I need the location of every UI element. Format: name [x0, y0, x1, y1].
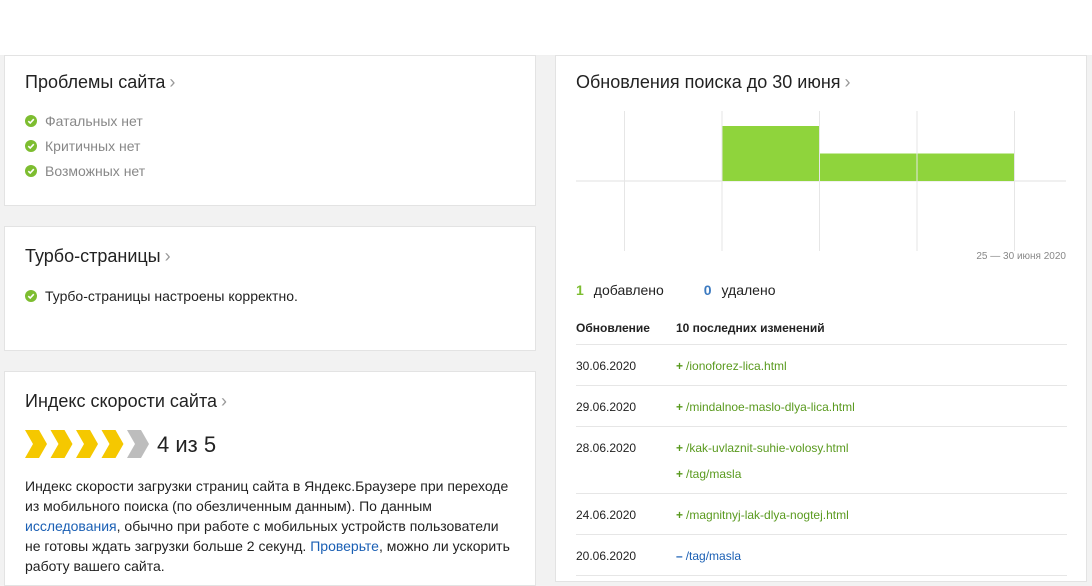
updates-table-header: Обновление 10 последних изменений: [576, 312, 1067, 345]
table-row: 20.06.2020 –/tag/masla: [576, 535, 1067, 576]
row-changes: +/mindalnoe-maslo-dlya-lica.html: [676, 400, 1067, 414]
speed-chevron: [76, 430, 98, 458]
problem-possible: Возможных нет: [25, 163, 145, 179]
check-icon: [25, 290, 37, 302]
chevron-right-icon: ›: [844, 72, 851, 92]
row-date: 24.06.2020: [576, 508, 637, 522]
added-url-link[interactable]: +/magnitnyj-lak-dlya-nogtej.html: [676, 508, 1067, 522]
change-url: /kak-uvlaznit-suhie-volosy.html: [686, 441, 849, 455]
change-url: /mindalnoe-maslo-dlya-lica.html: [686, 400, 855, 414]
research-link[interactable]: исследования: [25, 518, 117, 534]
row-date: 20.06.2020: [576, 549, 637, 563]
row-changes: +/kak-uvlaznit-suhie-volosy.html +/tag/ma…: [676, 441, 1067, 481]
check-icon: [25, 115, 37, 127]
speed-chevron: [50, 430, 73, 458]
turbo-status: Турбо-страницы настроены корректно.: [25, 288, 298, 304]
removed-label: удалено: [721, 282, 776, 298]
search-updates-title[interactable]: Обновления поиска до 30 июня ›: [576, 72, 851, 93]
added-label: добавлено: [593, 282, 664, 298]
updates-table-body: 30.06.2020 +/ionoforez-lica.html 29.06.202…: [576, 345, 1067, 576]
site-problems-title[interactable]: Проблемы сайта ›: [25, 72, 175, 93]
row-date: 28.06.2020: [576, 441, 637, 455]
search-updates-panel: Обновления поиска до 30 июня › 25 — 30 ию…: [555, 55, 1087, 582]
speed-index-title-text: Индекс скорости сайта: [25, 391, 217, 411]
plus-icon: +: [676, 400, 684, 414]
table-row: 29.06.2020 +/mindalnoe-maslo-dlya-lica.ht…: [576, 386, 1067, 427]
table-row: 24.06.2020 +/magnitnyj-lak-dlya-nogtej.ht…: [576, 494, 1067, 535]
chart-bar[interactable]: [722, 126, 820, 181]
check-speed-link[interactable]: Проверьте: [310, 538, 379, 554]
search-updates-chart: [576, 111, 1066, 251]
change-url: /tag/masla: [686, 467, 742, 481]
removed-url-link[interactable]: –/tag/masla: [676, 549, 1067, 563]
check-icon: [25, 165, 37, 177]
problem-critical-label: Критичных нет: [45, 138, 141, 154]
chart-bar[interactable]: [917, 153, 1015, 182]
added-url-link[interactable]: +/tag/masla: [676, 467, 1067, 481]
change-url: /tag/masla: [685, 549, 742, 563]
added-url-link[interactable]: +/kak-uvlaznit-suhie-volosy.html: [676, 441, 1067, 455]
chevron-right-icon: ›: [221, 391, 227, 411]
table-row: 28.06.2020 +/kak-uvlaznit-suhie-volosy.ht…: [576, 427, 1067, 494]
speed-description: Индекс скорости загрузки страниц сайта в…: [25, 476, 515, 576]
speed-rating-chevrons: [25, 430, 149, 458]
chart-bar[interactable]: [820, 153, 917, 182]
site-problems-card: Проблемы сайта › Фатальных нет Критичных …: [4, 55, 536, 206]
plus-icon: +: [676, 508, 684, 522]
speed-chevron: [127, 430, 149, 458]
problem-critical: Критичных нет: [25, 138, 140, 154]
added-count: 1: [576, 282, 584, 298]
row-changes: –/tag/masla: [676, 549, 1067, 563]
site-problems-title-text: Проблемы сайта: [25, 72, 166, 92]
minus-icon: –: [676, 549, 683, 563]
removed-count: 0: [703, 282, 712, 298]
col-changes-header: 10 последних изменений: [676, 321, 825, 335]
speed-chevron: [101, 430, 124, 458]
change-url: /ionoforez-lica.html: [686, 359, 787, 373]
change-url: /magnitnyj-lak-dlya-nogtej.html: [686, 508, 849, 522]
problem-possible-label: Возможных нет: [45, 163, 146, 179]
speed-index-title[interactable]: Индекс скорости сайта ›: [25, 391, 227, 412]
row-changes: +/magnitnyj-lak-dlya-nogtej.html: [676, 508, 1067, 522]
added-url-link[interactable]: +/ionoforez-lica.html: [676, 359, 1067, 373]
speed-chevron: [25, 430, 47, 458]
chevron-right-icon: ›: [164, 246, 171, 266]
turbo-pages-card: Турбо-страницы › Турбо-страницы настроены…: [4, 226, 536, 351]
plus-icon: +: [676, 467, 684, 481]
plus-icon: +: [676, 359, 684, 373]
row-changes: +/ionoforez-lica.html: [676, 359, 1067, 373]
speed-text-part-1: Индекс скорости загрузки страниц сайта в…: [25, 478, 509, 514]
plus-icon: +: [676, 441, 684, 455]
change-counts: 1 добавлено 0 удалено: [576, 282, 775, 298]
table-row: 30.06.2020 +/ionoforez-lica.html: [576, 345, 1067, 386]
chart-date-range: 25 — 30 июня 2020: [976, 251, 1066, 262]
problem-fatal: Фатальных нет: [25, 113, 143, 129]
turbo-pages-title-text: Турбо-страницы: [25, 246, 161, 266]
row-date: 29.06.2020: [576, 400, 637, 414]
speed-index-card: Индекс скорости сайта › 4 из 5 Индекс ско…: [4, 371, 536, 586]
problem-fatal-label: Фатальных нет: [45, 113, 143, 129]
updates-table: Обновление 10 последних изменений 30.06.…: [576, 312, 1067, 576]
row-date: 30.06.2020: [576, 359, 637, 373]
top-bar: [0, 0, 1092, 56]
col-update-header: Обновление: [576, 321, 650, 335]
search-updates-title-text: Обновления поиска до 30 июня: [576, 72, 841, 92]
speed-score: 4 из 5: [157, 432, 217, 457]
turbo-pages-title[interactable]: Турбо-страницы ›: [25, 246, 171, 267]
check-icon: [25, 140, 37, 152]
added-url-link[interactable]: +/mindalnoe-maslo-dlya-lica.html: [676, 400, 1067, 414]
turbo-status-label: Турбо-страницы настроены корректно.: [45, 288, 298, 304]
chevron-right-icon: ›: [169, 72, 176, 92]
